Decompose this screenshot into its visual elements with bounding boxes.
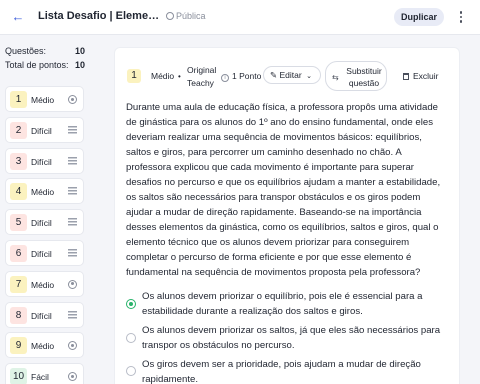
question-number-badge: 2 (10, 121, 27, 139)
separator-dot: • (178, 72, 181, 81)
questions-label: Questões: (5, 46, 47, 56)
question-number-badge: 10 (10, 368, 27, 384)
delete-label: Excluir (413, 71, 439, 81)
question-difficulty: Médio (31, 187, 55, 198)
option-text: Os alunos devem priorizar o equilíbrio, … (142, 291, 423, 317)
sidebar-question-item[interactable]: 7 Médio (5, 270, 84, 297)
question-difficulty: Médio (31, 341, 55, 352)
more-options-icon[interactable] (456, 8, 466, 26)
option-text: Os giros devem ser a prioridade, pois aj… (142, 359, 421, 384)
lines-icon (68, 218, 77, 228)
chevron-down-icon: ⌄ (306, 73, 312, 80)
question-difficulty: Médio (31, 95, 55, 105)
points-label: Total de pontos: (5, 60, 69, 70)
question-difficulty: Difícil (31, 156, 52, 167)
question-number-badge: 6 (10, 245, 27, 262)
sidebar-question-item[interactable]: 6 Difícil (5, 240, 84, 266)
question-number-badge: 4 (10, 183, 27, 201)
delete-button[interactable]: Excluir (403, 71, 439, 81)
lines-icon (68, 125, 77, 135)
edit-label: Editar (279, 70, 302, 80)
top-header: ← Lista Desafio | Elementos B... Pública… (0, 0, 480, 35)
question-number-badge: 5 (10, 214, 27, 232)
info-icon: i (221, 74, 229, 82)
question-difficulty: Médio (31, 279, 55, 290)
visibility-label: Pública (176, 11, 206, 21)
question-number: 1 (127, 69, 141, 83)
lines-icon (68, 310, 77, 320)
question-difficulty: Difícil (31, 249, 52, 259)
question-difficulty: Fácil (31, 372, 49, 383)
replace-question-button[interactable]: ⇆ Substituir questão (325, 61, 387, 91)
sidebar-question-item[interactable]: 8 Difícil (5, 301, 84, 328)
radio-icon (68, 279, 77, 289)
points-label: 1 Ponto (232, 71, 262, 81)
sidebar-question-item[interactable]: 3 Difícil (5, 147, 84, 174)
question-number-badge: 1 (10, 91, 27, 108)
lines-icon (68, 187, 77, 197)
option-radio[interactable] (126, 366, 136, 376)
option-radio[interactable] (126, 333, 136, 343)
swap-icon: ⇆ (332, 73, 339, 82)
visibility-indicator: Pública (166, 11, 206, 21)
page-title: Lista Desafio | Elementos B... (38, 10, 160, 22)
radio-icon (68, 95, 77, 104)
sidebar-question-item[interactable]: 4 Médio (5, 178, 84, 205)
question-statement: Durante uma aula de educação física, a p… (126, 102, 441, 278)
lines-icon (68, 156, 77, 166)
question-card: 1 Médio • Original Teachy i1 Ponto ✎ Edi… (114, 47, 460, 384)
question-difficulty: Difícil (31, 218, 52, 229)
difficulty-label: Médio (151, 71, 175, 81)
sidebar-question-item[interactable]: 10 Fácil (5, 363, 84, 384)
list-summary: Questões: 10 Total de pontos: 10 (5, 44, 85, 76)
sidebar-question-item[interactable]: 2 Difícil (5, 116, 84, 143)
sidebar-question-item[interactable]: 5 Difícil (5, 209, 84, 236)
replace-label: Substituir questão (346, 66, 382, 88)
trash-icon (403, 73, 409, 80)
points-indicator: i1 Ponto (221, 71, 261, 82)
question-difficulty: Difícil (31, 125, 52, 136)
option-radio[interactable] (126, 299, 136, 309)
sidebar-question-item[interactable]: 1 Médio (5, 86, 84, 112)
questions-count: 10 (74, 46, 85, 56)
radio-icon (68, 341, 77, 351)
source-label: Original Teachy (187, 65, 217, 88)
duplicate-button[interactable]: Duplicar (394, 8, 444, 26)
question-number-badge: 8 (10, 306, 27, 324)
back-arrow-icon[interactable]: ← (10, 9, 26, 25)
globe-icon (166, 12, 174, 20)
question-number-badge: 9 (10, 337, 27, 355)
question-sidebar: Questões: 10 Total de pontos: 10 1 Médio 2 Di… (0, 36, 90, 384)
question-number-badge: 3 (10, 152, 27, 170)
points-count: 10 (74, 60, 85, 70)
edit-button[interactable]: ✎ Editar ⌄ (263, 66, 321, 84)
question-number-badge: 7 (10, 275, 27, 293)
radio-icon (68, 372, 77, 382)
option-text: Os alunos devem priorizar os saltos, já … (142, 325, 441, 351)
sidebar-question-item[interactable]: 9 Médio (5, 332, 84, 359)
question-difficulty: Difícil (31, 310, 52, 321)
lines-icon (68, 249, 77, 258)
